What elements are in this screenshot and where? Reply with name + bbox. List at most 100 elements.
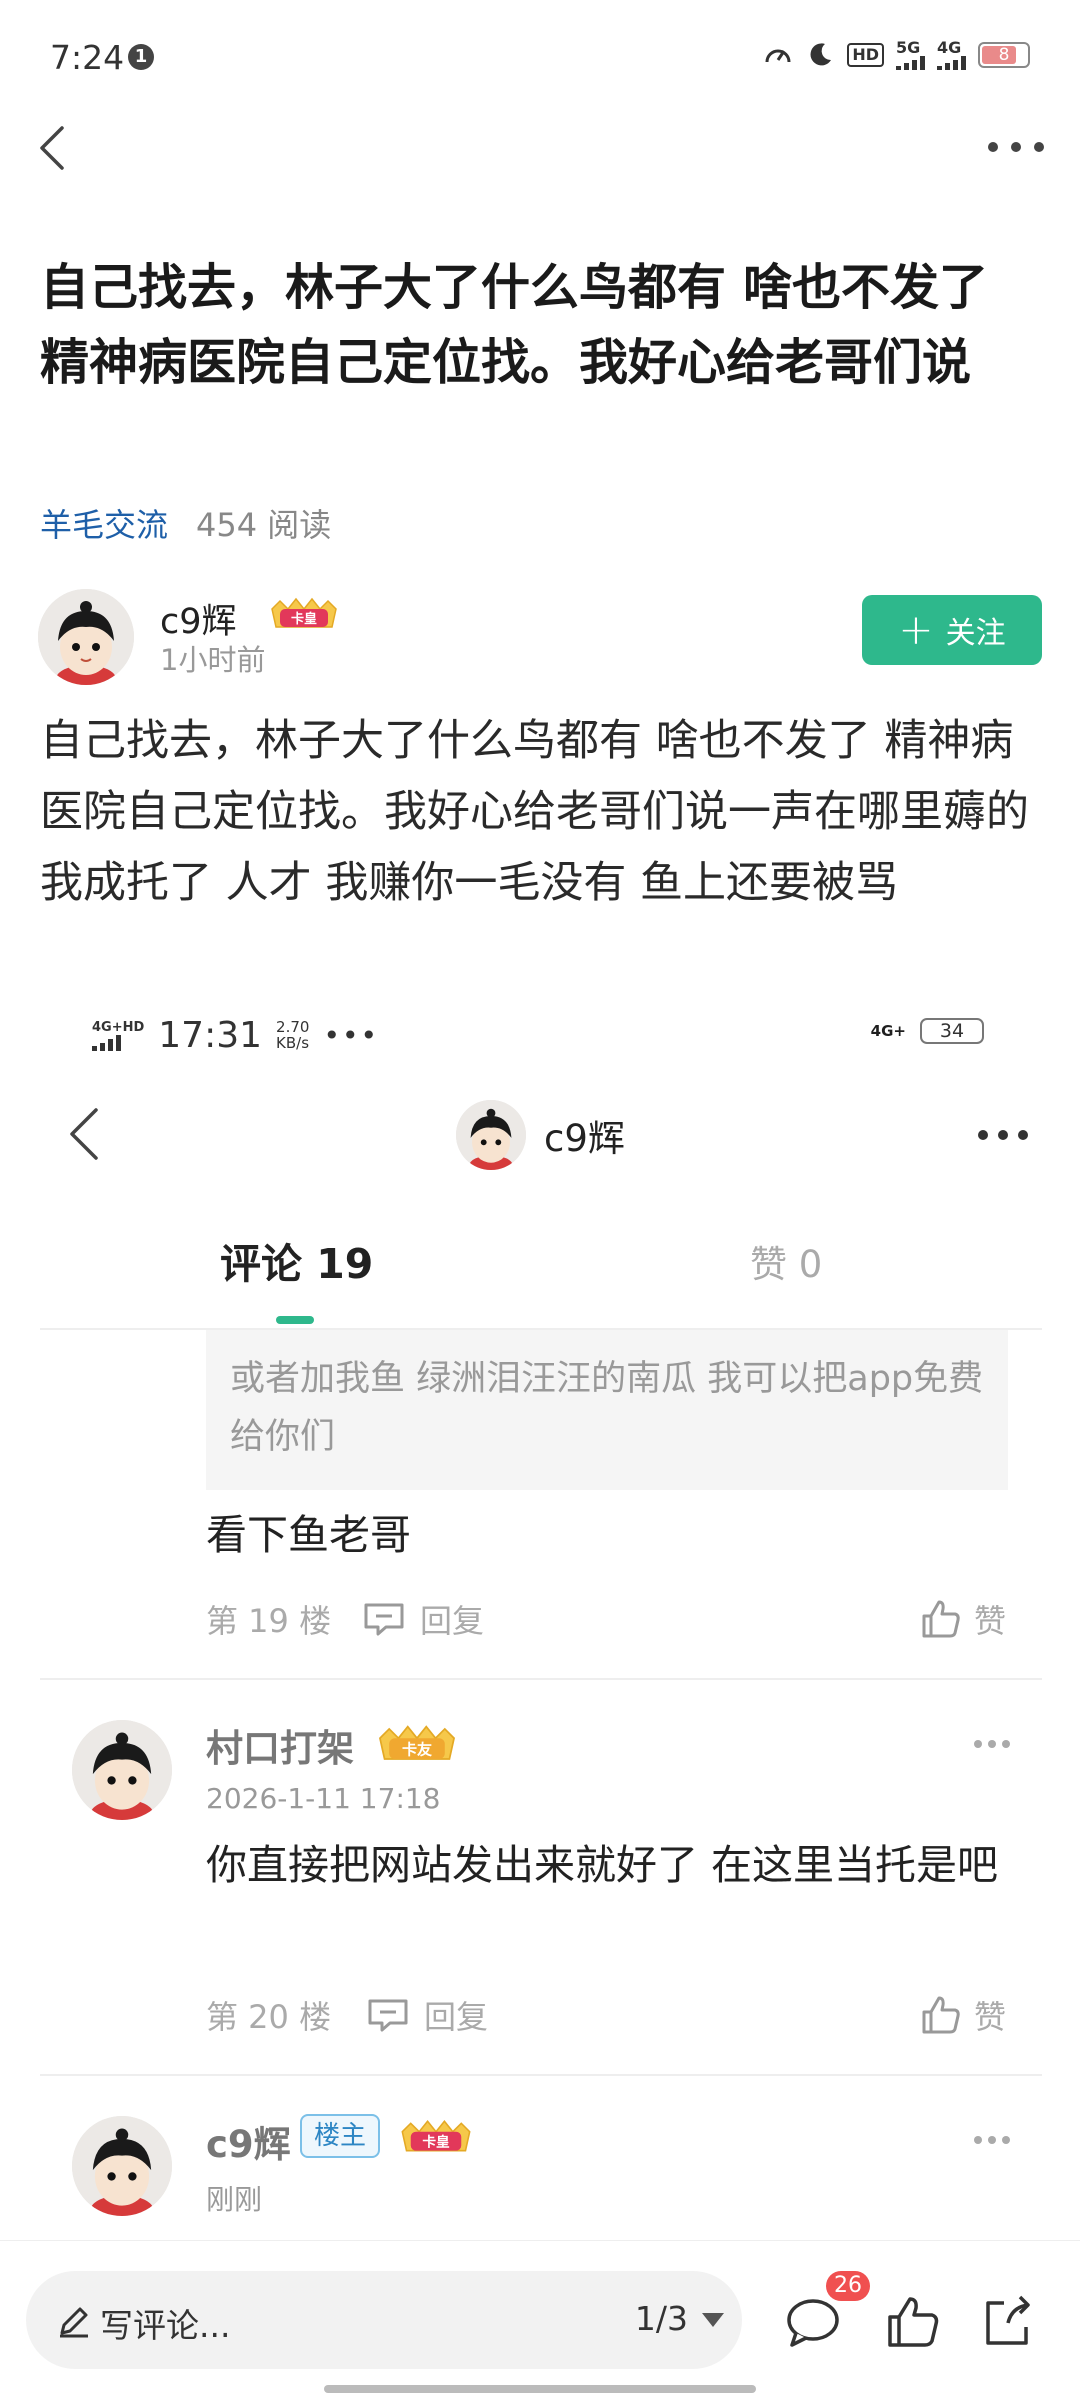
- tab-active-indicator: [276, 1316, 314, 1324]
- network-4g-label: 4G: [937, 38, 962, 57]
- thumbs-up-icon: [922, 1996, 960, 2034]
- floor-number: 第 19 楼: [206, 1602, 332, 1640]
- share-icon[interactable]: [978, 2293, 1036, 2351]
- embedded-screenshot: 4G+HD 17:31 2.70 KB/s ••• 4G+ 34 c9辉 评论 …: [0, 1000, 1080, 2248]
- post-category-link[interactable]: 羊毛交流: [40, 500, 168, 546]
- reply-button[interactable]: 回复: [362, 1596, 484, 1642]
- embedded-network-label: 4G+HD: [92, 1019, 145, 1035]
- avatar[interactable]: [72, 1720, 172, 1820]
- floor-number: 第 20 楼: [206, 1998, 332, 2036]
- embedded-battery-icon: 34: [920, 1018, 984, 1044]
- signal-bars-icon: [92, 1034, 144, 1051]
- more-options-icon[interactable]: [988, 132, 1044, 162]
- avatar[interactable]: [72, 2116, 172, 2216]
- caret-down-icon[interactable]: [702, 2313, 724, 2327]
- bottom-bar: 写评论... 1/3 26: [0, 2240, 1080, 2400]
- divider: [40, 2074, 1042, 2076]
- signal-5g: 5G: [896, 40, 925, 70]
- avatar-image: [456, 1100, 526, 1170]
- status-bar: 7:24 1 HD 5G 4G 8: [0, 0, 1080, 116]
- like-label: 赞: [973, 1602, 1006, 1640]
- commenter-name[interactable]: c9辉: [206, 2114, 291, 2168]
- embedded-battery-level: 34: [939, 1020, 965, 1042]
- host-badge: 楼主: [300, 2114, 380, 2158]
- follow-button[interactable]: + 关注: [862, 595, 1042, 665]
- network-5g-label: 5G: [896, 38, 921, 57]
- like-button[interactable]: 赞: [920, 1992, 1006, 2038]
- read-count: 454 阅读: [196, 506, 332, 544]
- pencil-icon: [60, 2307, 88, 2338]
- back-icon[interactable]: [60, 1104, 110, 1164]
- home-indicator[interactable]: [324, 2385, 756, 2393]
- avatar-image: [72, 2116, 172, 2216]
- plus-icon: +: [898, 605, 934, 654]
- comment-count-badge: 26: [826, 2271, 870, 2301]
- status-icons: HD 5G 4G 8: [763, 40, 1030, 70]
- quoted-comment: 或者加我鱼 绿洲泪汪汪的南瓜 我可以把app免费给你们: [206, 1330, 1008, 1490]
- commenter-name[interactable]: 村口打架: [206, 1718, 354, 1772]
- tab-likes[interactable]: 赞 0: [750, 1234, 822, 1288]
- comment-icon[interactable]: [784, 2293, 842, 2351]
- like-button[interactable]: 赞: [920, 1596, 1006, 1642]
- avatar: [456, 1100, 526, 1170]
- crown-badge-icon: 卡皇: [271, 597, 337, 628]
- reply-button[interactable]: 回复: [366, 1992, 488, 2038]
- moon-icon: [810, 43, 832, 66]
- net-speed-unit: KB/s: [276, 1034, 310, 1052]
- comment-time: 2026-1-11 17:18: [206, 1782, 441, 1815]
- speedometer-icon: [765, 49, 791, 63]
- notification-count-badge: 1: [128, 44, 154, 70]
- avatar[interactable]: [38, 589, 134, 685]
- follow-label: 关注: [945, 616, 1006, 651]
- signal-bars-icon: [937, 56, 966, 70]
- crown-badge-icon: 卡皇: [401, 2119, 471, 2152]
- embedded-tabs: 评论 19 赞 0: [40, 1210, 1042, 1330]
- net-speed-value: 2.70: [276, 1018, 310, 1036]
- embedded-header-title: c9辉: [456, 1100, 625, 1170]
- comment-input[interactable]: 写评论... 1/3: [26, 2271, 742, 2369]
- comment-more-icon[interactable]: [974, 2136, 1010, 2146]
- post-title: 自己找去，林子大了什么鸟都有 啥也不发了 精神病医院自己定位找。我好心给老哥们说: [40, 259, 989, 391]
- comment-actions: 第 19 楼 回复 赞: [206, 1590, 1006, 1640]
- author-row: c9辉 卡皇 1小时前 + 关注: [38, 585, 1042, 685]
- reply-icon: [364, 1603, 404, 1636]
- crown-badge-label: 卡皇: [422, 2133, 450, 2150]
- crown-badge-label: 卡皇: [291, 611, 317, 627]
- avatar-image: [38, 589, 134, 685]
- embedded-status-dots: •••: [323, 1018, 379, 1052]
- comment-more-icon[interactable]: [974, 1740, 1010, 1750]
- top-nav: [0, 110, 1080, 180]
- embedded-title-name: c9辉: [544, 1117, 625, 1160]
- like-label: 赞: [973, 1998, 1006, 2036]
- tab-comments[interactable]: 评论 19: [220, 1230, 373, 1290]
- thumbs-up-icon[interactable]: [884, 2293, 942, 2351]
- more-options-icon[interactable]: [978, 1128, 1028, 1142]
- comment-text: 你直接把网站发出来就好了 在这里当托是吧: [206, 1841, 999, 1889]
- embedded-net-speed: 2.70 KB/s: [276, 1019, 309, 1051]
- crown-badge-label: 卡友: [402, 1740, 433, 1758]
- comment-placeholder: 写评论...: [100, 2306, 231, 2345]
- thumbs-up-icon: [922, 1600, 960, 1638]
- hd-label: HD: [847, 43, 884, 67]
- reply-icon: [368, 1999, 408, 2032]
- signal-4g: 4G: [937, 40, 966, 70]
- reply-label: 回复: [420, 1602, 485, 1640]
- embedded-status-right: 4G+ 34: [871, 1018, 984, 1044]
- divider: [40, 1678, 1042, 1680]
- battery-icon: 8: [978, 42, 1030, 68]
- back-icon[interactable]: [24, 118, 84, 178]
- comment-actions: 第 20 楼 回复 赞: [206, 1986, 1006, 2036]
- crown-badge-icon: 卡友: [378, 1725, 456, 1760]
- embedded-time: 17:31: [158, 1014, 263, 1056]
- page-indicator[interactable]: 1/3: [635, 2299, 688, 2338]
- avatar-image: [72, 1720, 172, 1820]
- embedded-network-right: 4G+: [870, 1022, 906, 1040]
- embedded-header: c9辉: [0, 1090, 1080, 1180]
- post-meta: 羊毛交流 454 阅读: [40, 500, 331, 546]
- comment-text: 看下鱼老哥: [206, 1511, 411, 1559]
- post-body: 自己找去，林子大了什么鸟都有 啥也不发了 精神病医院自己定位找。我好心给老哥们说…: [40, 716, 1029, 908]
- battery-level: 8: [998, 45, 1010, 65]
- reply-label: 回复: [424, 1998, 489, 2036]
- embedded-status-bar: 4G+HD 17:31 2.70 KB/s •••: [92, 1010, 379, 1060]
- post-time: 1小时前: [160, 643, 266, 677]
